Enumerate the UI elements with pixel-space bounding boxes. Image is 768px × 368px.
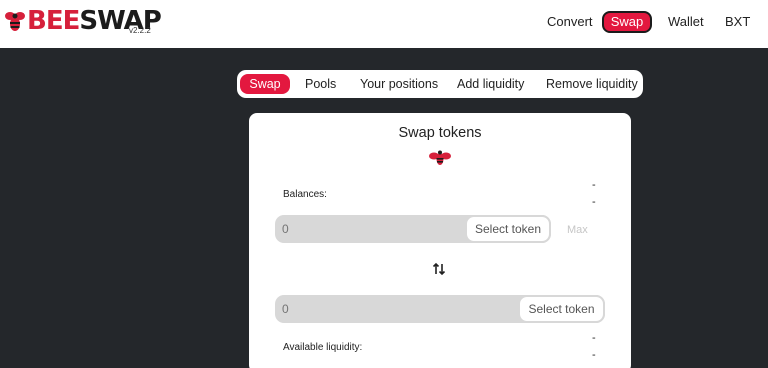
to-amount-input[interactable] <box>275 295 518 323</box>
tab-your-positions[interactable]: Your positions <box>360 74 438 94</box>
swap-tabs: Swap Pools Your positions Add liquidity … <box>237 70 643 98</box>
nav-wallet[interactable]: Wallet <box>668 11 704 33</box>
nav-bxt[interactable]: BXT <box>725 11 750 33</box>
tab-pools[interactable]: Pools <box>305 74 336 94</box>
balance-value-2: - <box>592 196 596 208</box>
balance-value-1: - <box>592 179 596 191</box>
available-liquidity-label: Available liquidity: <box>283 342 363 353</box>
from-amount-input[interactable] <box>275 215 465 243</box>
to-token-row: Select token <box>275 295 605 323</box>
liquidity-value-2: - <box>592 349 596 361</box>
liquidity-value-1: - <box>592 332 596 344</box>
swap-direction-icon[interactable] <box>432 262 446 276</box>
max-button[interactable]: Max <box>567 224 588 236</box>
swap-card: Swap tokens Balances: - - Select token M… <box>249 113 631 368</box>
top-bar: BEESWAP ® v2.2.2 Convert Swap Wallet BXT <box>0 0 768 48</box>
tab-remove-liquidity[interactable]: Remove liquidity <box>546 74 638 94</box>
nav-convert[interactable]: Convert <box>547 11 593 33</box>
card-title: Swap tokens <box>398 125 482 141</box>
bee-logo-icon <box>5 12 25 31</box>
app-version: v2.2.2 <box>129 26 151 35</box>
from-select-token-button[interactable]: Select token <box>465 215 551 243</box>
logo-bee-text: BEE <box>27 6 80 36</box>
nav-swap[interactable]: Swap <box>602 11 652 33</box>
bee-icon <box>429 150 451 165</box>
tab-add-liquidity[interactable]: Add liquidity <box>457 74 524 94</box>
tab-swap[interactable]: Swap <box>240 74 290 94</box>
from-token-row: Select token <box>275 215 551 243</box>
to-select-token-button[interactable]: Select token <box>518 295 605 323</box>
balances-label: Balances: <box>283 189 327 200</box>
